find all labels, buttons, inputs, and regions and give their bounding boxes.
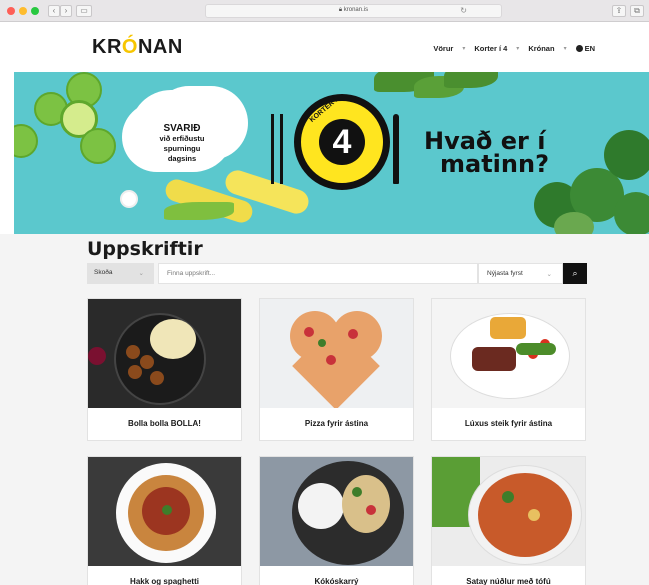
knife-icon: [393, 114, 399, 184]
cloud-line: við erfiðustu: [159, 134, 205, 143]
broccoli-stem-image: [554, 212, 594, 234]
headline-line: matinn?: [440, 150, 549, 178]
broccoli-image: [604, 130, 649, 180]
banner-headline: Hvað er í matinn?: [424, 129, 549, 178]
recipe-title: Lúxus steik fyrir ástina: [464, 419, 553, 428]
logo-text-end: NAN: [137, 36, 183, 58]
recipe-image: [88, 299, 241, 408]
reload-icon[interactable]: ↻: [460, 6, 467, 15]
address-bar[interactable]: 🔒︎ kronan.is ↻: [205, 4, 502, 18]
top-navigation: Vörur ▾ Korter í 4 ▾ Krónan ▾ EN: [433, 44, 595, 53]
recipe-search-input[interactable]: Finna uppskrift...: [158, 263, 478, 284]
recipes-section: Uppskriftir Skoða ⌄ Finna uppskrift... N…: [0, 234, 649, 585]
cloud-caption: SVARIÐ við erfiðustu spurningu dagsins: [130, 122, 234, 164]
nav-item-vorur[interactable]: Vörur: [433, 44, 453, 53]
recipe-card[interactable]: Lúxus steik fyrir ástina: [431, 298, 586, 441]
kronan-logo[interactable]: KRÓNAN: [92, 36, 183, 59]
broccoli-image: [614, 192, 649, 234]
cloud-title: SVARIÐ: [163, 123, 201, 134]
maximize-window-button[interactable]: [31, 7, 39, 15]
recipe-card[interactable]: Hakk og spaghetti: [87, 456, 242, 585]
close-window-button[interactable]: [7, 7, 15, 15]
chevron-down-icon: ⌄: [138, 270, 144, 277]
search-icon: ⌕: [572, 268, 578, 278]
logo-text-accent: Ó: [121, 36, 138, 58]
recipe-title: Hakk og spaghetti: [130, 577, 199, 585]
lime-image: [80, 128, 116, 164]
recipe-card[interactable]: Pizza fyrir ástina: [259, 298, 414, 441]
nav-item-korter[interactable]: Korter í 4: [474, 44, 507, 53]
logo-text-start: KR: [92, 36, 122, 58]
recipe-title: Kókóskarrý: [314, 577, 359, 585]
cloud-line: dagsins: [167, 154, 197, 163]
recipe-title: Bolla bolla BOLLA!: [128, 419, 201, 428]
recipe-card[interactable]: Kókóskarrý: [259, 456, 414, 585]
chevron-down-icon: ▾: [462, 46, 466, 52]
search-placeholder: Finna uppskrift...: [167, 270, 216, 277]
sidebar-toggle-icon[interactable]: ▭: [76, 5, 92, 17]
search-button[interactable]: ⌕: [563, 263, 587, 284]
fork-icon: [271, 114, 283, 184]
herb-leaf-image: [444, 72, 498, 88]
lock-icon: 🔒︎: [338, 7, 343, 13]
chevron-down-icon: ▾: [563, 46, 567, 52]
browser-toolbar: ‹ › ▭ 🔒︎ kronan.is ↻ ⇪ ⧉: [0, 0, 649, 22]
tabs-icon[interactable]: ⧉: [630, 5, 644, 17]
egg-image: [120, 190, 138, 208]
corn-leaf-image: [164, 202, 234, 220]
korter-i-4-badge: KORTER Í 4: [294, 94, 390, 190]
recipe-image: [260, 299, 413, 408]
category-select[interactable]: Skoða ⌄: [87, 263, 154, 284]
forward-button[interactable]: ›: [60, 5, 72, 17]
chevron-down-icon: ⌄: [546, 271, 552, 278]
language-switch[interactable]: EN: [575, 44, 595, 53]
recipe-card[interactable]: Bolla bolla BOLLA!: [87, 298, 242, 441]
site-header: KRÓNAN Vörur ▾ Korter í 4 ▾ Krónan ▾ EN: [0, 22, 649, 70]
lime-image: [14, 124, 38, 158]
language-label: EN: [584, 44, 595, 53]
hero-banner[interactable]: SVARIÐ við erfiðustu spurningu dagsins K…: [14, 72, 649, 234]
recipe-image: [432, 299, 585, 408]
back-button[interactable]: ‹: [48, 5, 60, 17]
recipe-card[interactable]: Satay núðlur með tófú: [431, 456, 586, 585]
share-icon[interactable]: ⇪: [612, 5, 626, 17]
globe-icon: [575, 45, 583, 52]
chevron-down-icon: ▾: [516, 46, 520, 52]
minimize-window-button[interactable]: [19, 7, 27, 15]
badge-number: 4: [319, 119, 365, 165]
sort-select-value: Nýjasta fyrst: [487, 270, 523, 277]
cloud-line: spurningu: [163, 144, 201, 153]
recipe-title: Pizza fyrir ástina: [304, 419, 369, 428]
recipe-image: [88, 457, 241, 566]
recipe-title: Satay núðlur með tófú: [466, 577, 551, 585]
nav-item-kronan[interactable]: Krónan: [528, 44, 554, 53]
category-select-value: Skoða: [94, 269, 113, 276]
recipe-image: [432, 457, 585, 566]
url-text: kronan.is: [343, 7, 369, 13]
sort-select[interactable]: Nýjasta fyrst ⌄: [478, 263, 563, 284]
recipe-image: [260, 457, 413, 566]
section-title: Uppskriftir: [87, 238, 203, 260]
